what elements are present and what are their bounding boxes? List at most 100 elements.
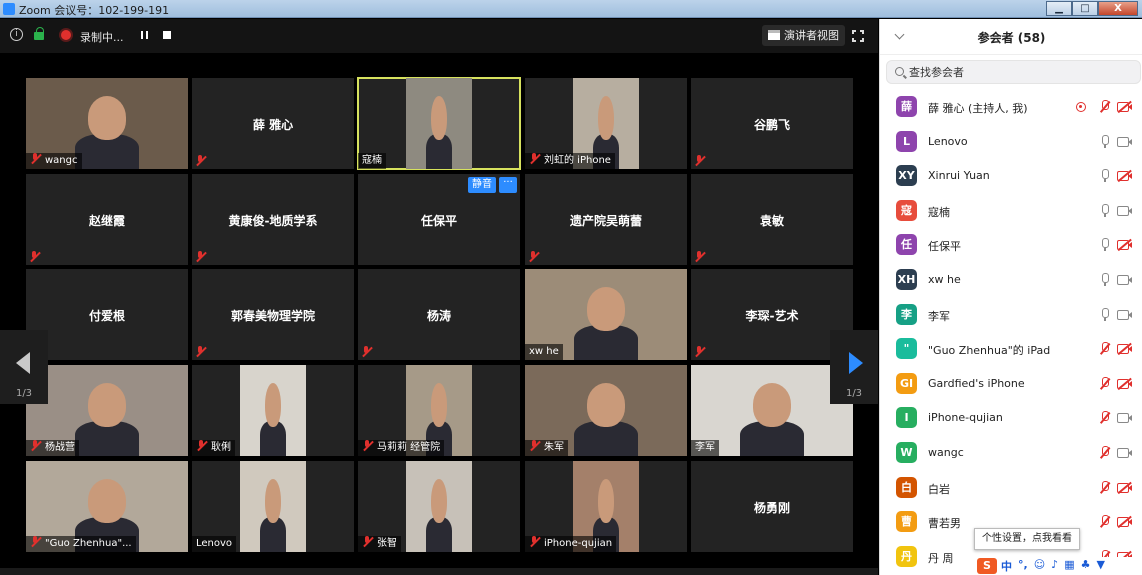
mic-muted-icon[interactable] <box>1099 411 1111 425</box>
mic-muted-icon[interactable] <box>1099 515 1111 529</box>
pause-recording-icon[interactable] <box>141 31 148 39</box>
participant-row[interactable]: XH xw he <box>880 263 1142 298</box>
slash-mark <box>1117 169 1132 182</box>
camera-icon[interactable] <box>1117 274 1133 285</box>
ime-logo-icon[interactable]: S <box>977 558 997 574</box>
video-tile[interactable]: iPhone-qujian <box>525 461 687 552</box>
video-tile[interactable]: 薛 雅心 <box>192 78 354 169</box>
video-tile[interactable]: wangc <box>26 78 188 169</box>
page-indicator-right: 1/3 <box>845 388 863 399</box>
camera-icon[interactable] <box>1117 136 1133 147</box>
participant-name: 刘虹的 iPhone <box>544 155 611 166</box>
tile-hover-controls: 静音 ··· <box>468 177 517 193</box>
video-tile[interactable]: 李军 <box>691 365 853 456</box>
mic-icon[interactable] <box>1099 238 1111 252</box>
prev-page-button[interactable]: 1/3 <box>0 330 48 404</box>
video-tile[interactable]: xw he <box>525 269 687 360</box>
video-tile[interactable]: 朱军 <box>525 365 687 456</box>
participant-row[interactable]: XY Xinrui Yuan <box>880 159 1142 194</box>
video-tile[interactable]: Lenovo <box>192 461 354 552</box>
info-icon[interactable]: i <box>10 28 23 41</box>
video-tile[interactable]: 寇楠 <box>357 77 521 170</box>
participant-row[interactable]: L Lenovo <box>880 125 1142 160</box>
ime-toolbar: S 中 °, ☺ ♪ ▦ ♣ ▼ <box>975 557 1142 575</box>
ime-item[interactable]: °, <box>1018 558 1028 574</box>
mic-muted-icon[interactable] <box>1099 376 1111 391</box>
camera-icon[interactable] <box>1117 447 1133 458</box>
video-tile[interactable]: 赵继霞 <box>26 174 188 265</box>
ime-item[interactable]: ▦ <box>1064 558 1074 574</box>
camera-off-icon[interactable] <box>1117 377 1133 390</box>
participant-row[interactable]: 任任保平 <box>880 228 1142 263</box>
participant-row[interactable]: 寇寇楠 <box>880 194 1142 229</box>
mute-button[interactable]: 静音 <box>468 177 496 193</box>
participant-row[interactable]: GI Gardfied's iPhone <box>880 367 1142 402</box>
participant-name: 曹若男 <box>928 517 961 531</box>
mic-muted-icon[interactable] <box>1099 445 1111 460</box>
participant-row[interactable]: 白白岩 <box>880 471 1142 506</box>
video-tile[interactable]: 袁敏 <box>691 174 853 265</box>
video-tile[interactable]: 谷鹏飞 <box>691 78 853 169</box>
video-tile[interactable]: 马莉莉 经管院 <box>358 365 520 456</box>
video-tile[interactable]: "Guo Zhenhua"... <box>26 461 188 552</box>
lock-icon[interactable] <box>34 27 44 40</box>
slash-mark <box>1117 515 1132 528</box>
participant-row[interactable]: 李李军 <box>880 298 1142 333</box>
participant-row[interactable]: Wwangc <box>880 436 1142 471</box>
camera-off-icon[interactable] <box>1117 342 1133 355</box>
participant-row[interactable]: 薛薛 雅心 (主持人, 我) <box>880 90 1142 125</box>
ime-item[interactable]: ▼ <box>1096 558 1104 574</box>
video-tile[interactable]: 杨涛 <box>358 269 520 360</box>
camera-off-icon[interactable] <box>1117 515 1133 528</box>
more-options-button[interactable]: ··· <box>499 177 517 193</box>
next-page-button[interactable]: 1/3 <box>830 330 878 404</box>
mic-muted-icon <box>30 440 41 451</box>
video-tile[interactable]: 李琛-艺术 <box>691 269 853 360</box>
stop-recording-icon[interactable] <box>163 31 171 39</box>
avatar: 薛 <box>896 96 917 117</box>
close-button[interactable]: X <box>1098 1 1138 16</box>
video-tile[interactable]: 杨战营 <box>26 365 188 456</box>
video-tile[interactable]: 耿俐 <box>192 365 354 456</box>
participant-name-tag: Lenovo <box>192 536 237 552</box>
camera-off-icon[interactable] <box>1117 100 1133 113</box>
video-tile[interactable]: 付爱根 <box>26 269 188 360</box>
ime-item[interactable]: ♪ <box>1051 558 1058 574</box>
participant-row[interactable]: IiPhone-qujian <box>880 401 1142 436</box>
participant-name: 黄康俊-地质学系 <box>228 214 318 228</box>
mic-icon[interactable] <box>1099 134 1111 149</box>
mic-muted-icon[interactable] <box>1099 100 1111 114</box>
video-tile[interactable]: 杨勇刚 <box>691 461 853 552</box>
video-tile[interactable]: 郭春美物理学院 <box>192 269 354 360</box>
ime-item[interactable]: ☺ <box>1034 558 1045 574</box>
camera-icon[interactable] <box>1117 412 1133 424</box>
camera-off-icon[interactable] <box>1117 481 1133 494</box>
mic-icon[interactable] <box>1099 203 1111 218</box>
mic-icon[interactable] <box>1099 169 1111 183</box>
participant-name-tag: iPhone-qujian <box>525 536 617 552</box>
maximize-button[interactable]: □ <box>1072 1 1098 16</box>
video-tile[interactable]: 遗产院吴萌蕾 <box>525 174 687 265</box>
mic-muted-icon[interactable] <box>1099 480 1111 495</box>
speaker-view-button[interactable]: 演讲者视图 <box>762 25 845 46</box>
mic-muted-icon[interactable] <box>1099 342 1111 356</box>
ime-item[interactable]: 中 <box>1001 558 1012 574</box>
participant-name: 耿俐 <box>211 442 231 453</box>
avatar: 李 <box>896 303 917 325</box>
participant-row[interactable]: " "Guo Zhenhua"的 iPad <box>880 332 1142 367</box>
ime-item[interactable]: ♣ <box>1081 558 1091 574</box>
search-input[interactable] <box>909 64 1134 80</box>
mic-icon[interactable] <box>1099 307 1111 322</box>
fullscreen-icon[interactable] <box>851 29 865 43</box>
mic-icon[interactable] <box>1099 272 1111 287</box>
video-tile[interactable]: 张智 <box>358 461 520 552</box>
video-tile[interactable]: 黄康俊-地质学系 <box>192 174 354 265</box>
camera-off-icon[interactable] <box>1117 239 1133 252</box>
video-tile[interactable]: 刘虹的 iPhone <box>525 78 687 169</box>
participant-name: xw he <box>529 346 559 357</box>
minimize-button[interactable]: ▁ <box>1046 1 1072 16</box>
camera-off-icon[interactable] <box>1117 169 1133 182</box>
camera-icon[interactable] <box>1117 205 1133 216</box>
participant-face <box>586 383 626 427</box>
camera-icon[interactable] <box>1117 309 1133 320</box>
